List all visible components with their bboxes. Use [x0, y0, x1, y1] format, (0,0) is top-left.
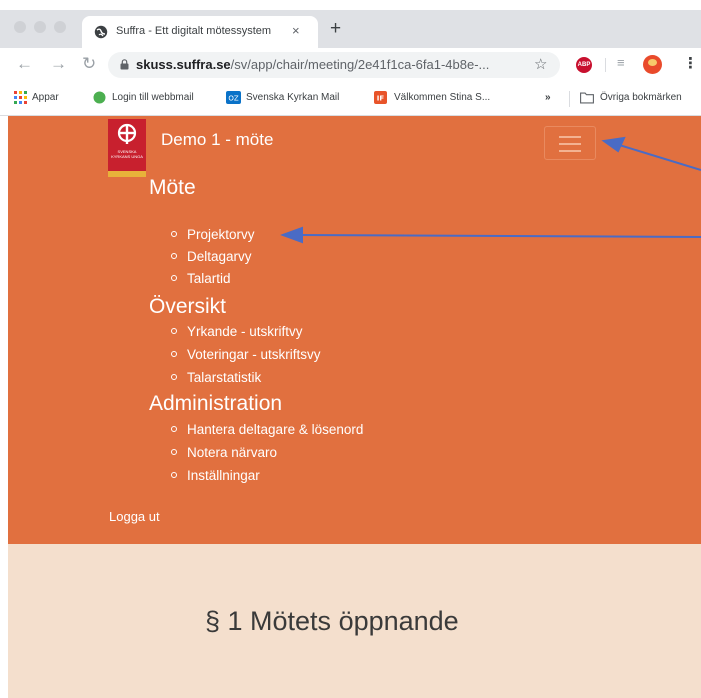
window-minimize-dot[interactable]	[34, 21, 46, 33]
profile-avatar[interactable]	[643, 55, 662, 74]
nav-item-label: Deltagarvy	[187, 249, 252, 264]
nav-item-yrkande[interactable]: Yrkande - utskriftvy	[171, 324, 303, 339]
nav-item-talarstatistik[interactable]: Talarstatistik	[171, 370, 261, 385]
nav-item-label: Talarstatistik	[187, 370, 262, 385]
nav-heading-oversikt: Översikt	[149, 295, 227, 318]
apps-grid-icon	[14, 91, 27, 104]
new-tab-button[interactable]: +	[330, 19, 341, 39]
back-arrow-icon[interactable]: ←	[16, 54, 33, 74]
bookmark-valkommen[interactable]: Välkommen Stina S...	[394, 92, 490, 103]
logout-link[interactable]: Logga ut	[109, 509, 160, 524]
tab-title: Suffra - Ett digitalt mötessystem	[116, 25, 272, 37]
nav-item-installningar[interactable]: Inställningar	[171, 468, 260, 483]
bullet-icon	[171, 275, 177, 282]
forward-arrow-icon[interactable]: →	[50, 54, 67, 74]
bullet-icon	[171, 351, 177, 358]
bullet-icon	[171, 231, 177, 238]
toolbar-divider	[605, 58, 606, 72]
svg-text:OZ: OZ	[228, 95, 239, 103]
nav-item-label: Projektorvy	[187, 227, 255, 242]
bookmarks-overflow-chevron[interactable]: »	[545, 92, 551, 103]
hamburger-menu-button[interactable]	[544, 126, 596, 160]
browser-tab-bar: Suffra - Ett digitalt mötessystem × +	[0, 10, 701, 48]
nav-heading-administration: Administration	[149, 392, 283, 415]
nav-item-label: Notera närvaro	[187, 445, 278, 460]
menu-bar-icon	[559, 143, 581, 145]
bookmark-kyrkan-mail[interactable]: Svenska Kyrkan Mail	[246, 92, 339, 103]
bookmark-ovriga[interactable]: Övriga bokmärken	[600, 92, 682, 103]
meeting-title: Demo 1 - möte	[161, 130, 274, 149]
bullet-icon	[171, 374, 177, 381]
adblock-extension-icon[interactable]: ABP	[576, 57, 592, 73]
nav-item-label: Hantera deltagare & lösenord	[187, 422, 364, 437]
lock-icon	[120, 59, 129, 70]
url-text: skuss.suffra.se/sv/app/chair/meeting/2e4…	[136, 57, 489, 72]
logo-stripe	[108, 171, 146, 177]
svg-text:IF: IF	[377, 95, 385, 103]
bookmarks-divider	[569, 91, 570, 107]
url-path: /sv/app/chair/meeting/2e41f1ca-6fa1-4b8e…	[230, 57, 490, 72]
bullet-icon	[171, 253, 177, 260]
browser-toolbar: ← → ↻ skuss.suffra.se/sv/app/chair/meeti…	[0, 48, 701, 82]
globe-icon	[94, 25, 108, 39]
menu-bar-icon	[559, 150, 581, 152]
browser-menu-icon[interactable]: ⋮	[683, 54, 698, 72]
nav-item-notera-narvaro[interactable]: Notera närvaro	[171, 445, 277, 460]
green-circle-icon	[93, 91, 106, 104]
window-zoom-dot[interactable]	[54, 21, 66, 33]
browser-tab-active[interactable]: Suffra - Ett digitalt mötessystem ×	[82, 16, 318, 48]
bookmark-star-icon[interactable]: ☆	[534, 55, 547, 73]
folder-icon	[580, 92, 594, 104]
app-navigation-panel: SVENSKA KYRKANS UNGA Demo 1 - möte Möte …	[8, 116, 701, 544]
nav-item-label: Talartid	[187, 271, 231, 286]
nav-item-hantera-deltagare[interactable]: Hantera deltagare & lösenord	[171, 422, 363, 437]
nav-item-projektorvy[interactable]: Projektorvy	[171, 227, 255, 242]
outlook-icon: OZ	[226, 91, 241, 104]
bullet-icon	[171, 328, 177, 335]
ms-office-icon: IF	[374, 91, 387, 104]
bullet-icon	[171, 426, 177, 433]
reading-list-icon[interactable]: ≡	[617, 55, 625, 70]
agenda-section-title: § 1 Mötets öppnande	[205, 606, 459, 636]
bookmark-webbmail[interactable]: Login till webbmail	[112, 92, 194, 103]
nav-item-talartid[interactable]: Talartid	[171, 271, 231, 286]
url-host: skuss.suffra.se	[136, 57, 231, 72]
main-content: § 1 Mötets öppnande	[8, 544, 701, 698]
reload-icon[interactable]: ↻	[82, 54, 96, 74]
nav-item-label: Voteringar - utskriftsvy	[187, 347, 321, 362]
window-close-dot[interactable]	[14, 21, 26, 33]
bookmarks-bar: Appar Login till webbmail OZ Svenska Kyr…	[0, 82, 701, 116]
nav-item-deltagarvy[interactable]: Deltagarvy	[171, 249, 252, 264]
bookmark-appar[interactable]: Appar	[32, 92, 59, 103]
nav-item-label: Inställningar	[187, 468, 260, 483]
bullet-icon	[171, 449, 177, 456]
cross-emblem-icon	[117, 123, 137, 144]
menu-bar-icon	[559, 136, 581, 138]
address-bar[interactable]: skuss.suffra.se/sv/app/chair/meeting/2e4…	[108, 52, 560, 78]
bullet-icon	[171, 472, 177, 479]
nav-item-label: Yrkande - utskriftvy	[187, 324, 303, 339]
tab-close-icon[interactable]: ×	[292, 23, 300, 38]
nav-heading-mote: Möte	[149, 176, 196, 199]
nav-item-voteringar[interactable]: Voteringar - utskriftsvy	[171, 347, 321, 362]
svenska-kyrkans-unga-logo[interactable]: SVENSKA KYRKANS UNGA	[108, 119, 146, 177]
logo-wordmark: SVENSKA KYRKANS UNGA	[111, 149, 143, 159]
